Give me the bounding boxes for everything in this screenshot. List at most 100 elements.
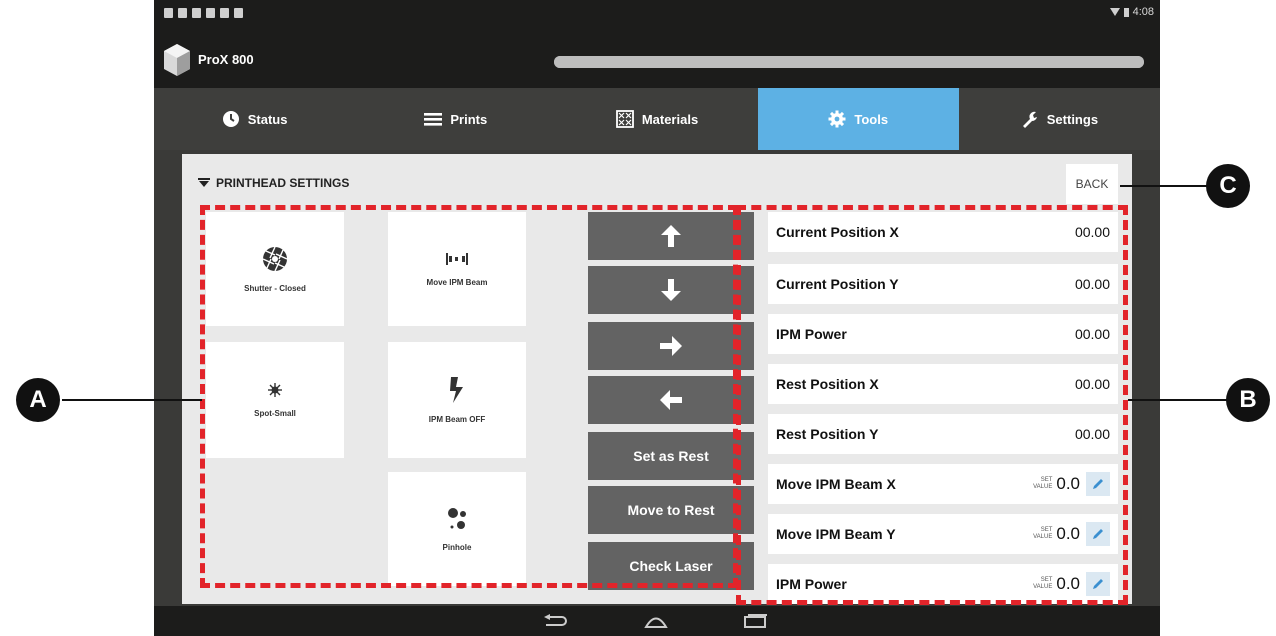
row-label: Move IPM Beam X xyxy=(776,476,896,492)
tile-label: Spot-Small xyxy=(254,408,296,418)
row-label: Current Position Y xyxy=(776,276,899,292)
row-label: Move IPM Beam Y xyxy=(776,526,896,542)
set-caption: SET xyxy=(1040,577,1053,583)
edit-button[interactable] xyxy=(1086,572,1110,596)
panel-title: PRINTHEAD SETTINGS xyxy=(216,176,350,190)
value-caption: VALUE xyxy=(1033,534,1053,540)
list-icon xyxy=(424,113,443,126)
set-caption: SET xyxy=(1040,477,1053,483)
back-nav-icon[interactable] xyxy=(542,614,570,628)
home-nav-icon[interactable] xyxy=(642,614,670,628)
spot-small-tile[interactable]: Spot-Small xyxy=(206,342,344,458)
tab-materials[interactable]: Materials xyxy=(556,88,757,150)
callout-c: C xyxy=(1206,164,1250,208)
tab-prints[interactable]: Prints xyxy=(355,88,556,150)
tile-label: Shutter - Closed xyxy=(244,283,306,293)
app-title: ProX 800 xyxy=(198,52,254,67)
tab-settings[interactable]: Settings xyxy=(959,88,1160,150)
value-field[interactable]: 0.0 xyxy=(1056,524,1080,544)
set-value-caption: SET VALUE xyxy=(1033,477,1052,491)
row-label: IPM Power xyxy=(776,326,847,342)
system-status-right: 4:08 xyxy=(1109,6,1154,18)
check-laser-button[interactable]: Check Laser xyxy=(588,542,754,590)
ipm-beam-off-tile[interactable]: IPM Beam OFF xyxy=(388,342,526,458)
value-field[interactable]: 0.0 xyxy=(1056,474,1080,494)
tab-status[interactable]: Status xyxy=(154,88,355,150)
spot-icon xyxy=(268,382,282,397)
edit-button[interactable] xyxy=(1086,472,1110,496)
clock-icon xyxy=(222,111,239,127)
tab-tools[interactable]: Tools xyxy=(757,88,959,150)
move-down-button[interactable] xyxy=(588,266,754,314)
tab-label: Status xyxy=(247,111,288,127)
move-up-button[interactable] xyxy=(588,212,754,260)
tile-label: IPM Beam OFF xyxy=(428,414,486,424)
row-value: 00.00 xyxy=(1074,376,1110,392)
set-value-caption: SET VALUE xyxy=(1033,577,1052,591)
row-label: Current Position X xyxy=(776,224,899,240)
pencil-icon xyxy=(1093,579,1103,589)
callout-a: A xyxy=(16,378,60,422)
system-status-bar: 4:08 xyxy=(154,0,1160,38)
recents-nav-icon[interactable] xyxy=(744,614,768,628)
edit-button[interactable] xyxy=(1086,522,1110,546)
main-tabs: Status Prints Materials Tools Settings xyxy=(154,88,1160,150)
move-left-button[interactable] xyxy=(588,376,754,424)
value-caption: VALUE xyxy=(1033,584,1053,590)
value-caption: VALUE xyxy=(1033,484,1053,490)
row-label: Rest Position X xyxy=(776,376,879,392)
up-arrow-icon xyxy=(661,225,681,247)
row-value: 00.00 xyxy=(1074,326,1110,342)
app-header: ProX 800 xyxy=(154,38,1160,88)
app-logo-icon xyxy=(164,44,190,76)
callout-a-leader xyxy=(62,399,202,401)
move-right-button[interactable] xyxy=(588,322,754,370)
move-ipm-beam-tile[interactable]: Move IPM Beam xyxy=(388,212,526,326)
tab-label: Prints xyxy=(450,111,488,127)
print-progress-bar xyxy=(554,56,1144,68)
rest-position-x-row: Rest Position X 00.00 xyxy=(768,364,1118,404)
materials-icon xyxy=(615,110,634,128)
pinhole-icon xyxy=(448,507,466,529)
down-arrow-icon xyxy=(661,279,681,301)
shutter-icon xyxy=(262,246,288,271)
move-ipm-beam-y-row: Move IPM Beam Y SET VALUE 0.0 xyxy=(768,514,1118,554)
panel-header: PRINTHEAD SETTINGS xyxy=(198,176,349,190)
tablet-screen: 4:08 ProX 800 Status Prints Materials To… xyxy=(154,0,1160,636)
tile-label: Pinhole xyxy=(442,542,472,552)
right-arrow-icon xyxy=(660,336,682,356)
wrench-icon xyxy=(1022,111,1037,128)
pinhole-tile[interactable]: Pinhole xyxy=(388,472,526,586)
set-as-rest-button[interactable]: Set as Rest xyxy=(588,432,754,480)
lightning-icon xyxy=(450,376,463,403)
move-ipm-beam-x-row: Move IPM Beam X SET VALUE 0.0 xyxy=(768,464,1118,504)
value-field[interactable]: 0.0 xyxy=(1056,574,1080,594)
tab-label: Materials xyxy=(641,111,699,127)
left-arrow-icon xyxy=(660,390,682,410)
back-button[interactable]: BACK xyxy=(1066,164,1118,204)
rest-position-y-row: Rest Position Y 00.00 xyxy=(768,414,1118,454)
set-value-caption: SET VALUE xyxy=(1033,527,1052,541)
move-to-rest-button[interactable]: Move to Rest xyxy=(588,486,754,534)
shutter-tile[interactable]: Shutter - Closed xyxy=(206,212,344,326)
ipm-power-row: IPM Power 00.00 xyxy=(768,314,1118,354)
row-label: Rest Position Y xyxy=(776,426,879,442)
tab-label: Tools xyxy=(854,111,889,127)
row-label: IPM Power xyxy=(776,576,847,592)
callout-b: B xyxy=(1226,378,1270,422)
progress-fill xyxy=(554,56,1144,68)
pencil-icon xyxy=(1093,479,1103,489)
gear-icon xyxy=(828,110,846,128)
current-position-y-row: Current Position Y 00.00 xyxy=(768,264,1118,304)
printhead-settings-panel: PRINTHEAD SETTINGS BACK Shutter - Closed xyxy=(182,154,1132,604)
callout-b-leader xyxy=(1128,399,1228,401)
wifi-icon xyxy=(1109,8,1120,16)
row-value: 00.00 xyxy=(1074,426,1110,442)
tab-label: Settings xyxy=(1046,111,1099,127)
callout-c-leader xyxy=(1120,185,1210,187)
android-nav-bar xyxy=(154,606,1160,636)
clock-time: 4:08 xyxy=(1132,6,1154,18)
ipm-power-set-row: IPM Power SET VALUE 0.0 xyxy=(768,564,1118,604)
notification-icons xyxy=(164,8,243,18)
tile-label: Move IPM Beam xyxy=(426,277,488,287)
